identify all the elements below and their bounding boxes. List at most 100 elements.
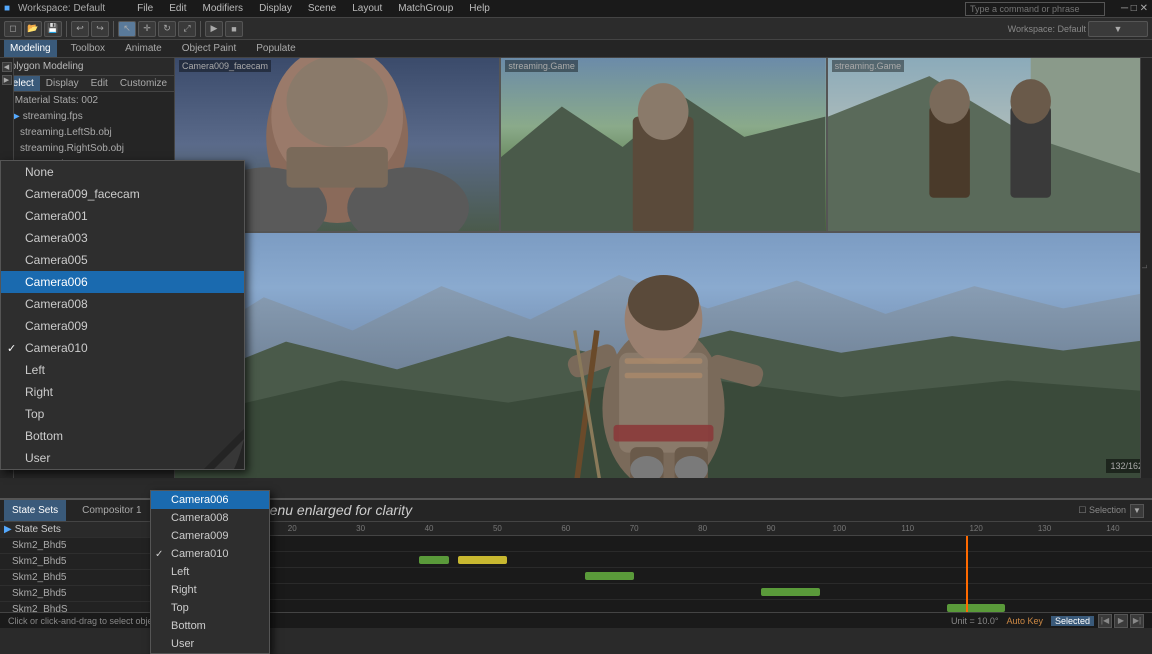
- ruler-20: 20: [288, 524, 297, 533]
- dropdown-right-top[interactable]: Top: [151, 599, 269, 617]
- playback-controls: |◀ ▶ ▶|: [1098, 614, 1144, 628]
- top-menu-bar: ■ Workspace: Default File Edit Modifiers…: [0, 0, 1152, 18]
- sub-tab-edit[interactable]: Edit: [85, 76, 114, 91]
- ruler-120: 120: [969, 524, 982, 533]
- viewport-label-tl: Camera009_facecam: [179, 60, 271, 72]
- next-frame-btn[interactable]: ▶|: [1130, 614, 1144, 628]
- tool-stop[interactable]: ■: [225, 21, 243, 37]
- dropdown-right-cam008[interactable]: Camera008: [151, 509, 269, 527]
- menu-matchgroup[interactable]: MatchGroup: [394, 3, 457, 14]
- dropdown-right-cam006[interactable]: Camera006: [151, 491, 269, 509]
- dropdown-right-right[interactable]: Right: [151, 581, 269, 599]
- tool-new[interactable]: ◻: [4, 21, 22, 37]
- vtool-1[interactable]: ◀: [2, 62, 12, 72]
- menu-edit[interactable]: Edit: [165, 3, 190, 14]
- mode-animate[interactable]: Animate: [119, 40, 168, 57]
- keyframe-yellow-1[interactable]: [458, 556, 507, 564]
- tool-scale[interactable]: ⤢: [178, 21, 196, 37]
- timeline-ruler: 10 20 30 40 50 60 70 80 90 100 110 120 1…: [175, 522, 1152, 536]
- dropdown-label: Camera008: [171, 512, 228, 524]
- dropdown-label: User: [25, 451, 50, 465]
- menu-file[interactable]: File: [133, 3, 157, 14]
- dropdown-right-bottom[interactable]: Bottom: [151, 617, 269, 635]
- prev-frame-btn[interactable]: |◀: [1098, 614, 1112, 628]
- dropdown-menu-main: None Camera009_facecam Camera001 Camera0…: [0, 160, 245, 470]
- tl-filter-btn[interactable]: ▼: [1130, 504, 1144, 518]
- dropdown-right-left[interactable]: Left: [151, 563, 269, 581]
- keyframe-green-3[interactable]: [761, 588, 820, 596]
- toolbar: ◻ 📂 💾 ↩ ↪ ↖ ✛ ↻ ⤢ ▶ ■ Workspace: Default…: [0, 18, 1152, 40]
- sub-tabs: Select Display Edit Customize: [0, 76, 174, 92]
- status-text: Click or click-and-drag to select object…: [8, 616, 164, 626]
- sub-tab-display[interactable]: Display: [40, 76, 85, 91]
- dropdown-item-cam006[interactable]: Camera006: [1, 271, 244, 293]
- panel-title: Polygon Modeling: [4, 61, 84, 72]
- vtool-2[interactable]: ▶: [2, 75, 12, 85]
- dropdown-item-top[interactable]: Top: [1, 403, 244, 425]
- mode-populate[interactable]: Populate: [250, 40, 301, 57]
- keyframe-green-4[interactable]: [947, 604, 1006, 612]
- dropdown-item-cam005[interactable]: Camera005: [1, 249, 244, 271]
- dropdown-right-user[interactable]: User: [151, 635, 269, 653]
- tool-undo[interactable]: ↩: [71, 21, 89, 37]
- dropdown-item-cam009[interactable]: Camera009: [1, 315, 244, 337]
- ruler-60: 60: [561, 524, 570, 533]
- ruler-110: 110: [901, 524, 914, 533]
- dropdown-label: Camera006: [171, 494, 228, 506]
- tool-select[interactable]: ↖: [118, 21, 136, 37]
- dropdown-label: Top: [171, 602, 189, 614]
- mode-toolbox[interactable]: Toolbox: [65, 40, 111, 57]
- workspace-btn[interactable]: ▼: [1088, 21, 1148, 37]
- dropdown-label: Left: [171, 566, 189, 578]
- viewport-main[interactable]: Camera006 132/162: [175, 233, 1152, 478]
- tool-play[interactable]: ▶: [205, 21, 223, 37]
- dropdown-item-right[interactable]: Right: [1, 381, 244, 403]
- tl-tab-statesets[interactable]: State Sets: [4, 500, 66, 521]
- dropdown-item-cam010[interactable]: ✓ Camera010: [1, 337, 244, 359]
- dropdown-right-cam010[interactable]: ✓ Camera010: [151, 545, 269, 563]
- tool-save[interactable]: 💾: [44, 21, 62, 37]
- dropdown-item-cam001[interactable]: Camera001: [1, 205, 244, 227]
- tree-item[interactable]: ▶ Material Stats: 002: [0, 92, 174, 108]
- dropdown-item-none[interactable]: None: [1, 161, 244, 183]
- tool-move[interactable]: ✛: [138, 21, 156, 37]
- dropdown-item-cam009face[interactable]: Camera009_facecam: [1, 183, 244, 205]
- keyframe-green-2[interactable]: [585, 572, 634, 580]
- viewport-top-right[interactable]: streaming.Game: [828, 58, 1152, 231]
- menu-help[interactable]: Help: [465, 3, 494, 14]
- tool-redo[interactable]: ↪: [91, 21, 109, 37]
- sub-tab-customize[interactable]: Customize: [114, 76, 173, 91]
- dropdown-label: Camera005: [25, 253, 88, 267]
- menu-scene[interactable]: Scene: [304, 3, 340, 14]
- dropdown-label: Camera006: [25, 275, 88, 289]
- search-input[interactable]: [965, 2, 1105, 16]
- timeline-controls: ☐ Selection ▼: [1078, 504, 1148, 518]
- checkmark-icon: ✓: [155, 549, 163, 560]
- track-row-0: [175, 536, 1152, 552]
- mode-objectpaint[interactable]: Object Paint: [176, 40, 242, 57]
- viewport-top-middle[interactable]: streaming.Game: [501, 58, 827, 231]
- viewport-area: Camera009_facecam: [175, 58, 1152, 478]
- viewport-top-row: Camera009_facecam: [175, 58, 1152, 233]
- tool-rotate[interactable]: ↻: [158, 21, 176, 37]
- tree-item[interactable]: ▶ streaming.fps: [0, 108, 174, 124]
- ruler-100: 100: [833, 524, 846, 533]
- dropdown-item-left[interactable]: Left: [1, 359, 244, 381]
- menu-display[interactable]: Display: [255, 3, 296, 14]
- separator-3: [200, 21, 201, 37]
- dropdown-item-cam003[interactable]: Camera003: [1, 227, 244, 249]
- separator-1: [66, 21, 67, 37]
- mode-modeling[interactable]: Modeling: [4, 40, 57, 57]
- menu-layout[interactable]: Layout: [348, 3, 386, 14]
- tl-tab-compositor[interactable]: Compositor 1: [74, 500, 149, 521]
- dropdown-right-cam009[interactable]: Camera009: [151, 527, 269, 545]
- menu-modifiers[interactable]: Modifiers: [198, 3, 247, 14]
- tool-open[interactable]: 📂: [24, 21, 42, 37]
- dropdown-item-cam008[interactable]: Camera008: [1, 293, 244, 315]
- play-btn[interactable]: ▶: [1114, 614, 1128, 628]
- keyframe-green-1[interactable]: [419, 556, 448, 564]
- tree-item[interactable]: streaming.RightSob.obj: [0, 140, 174, 156]
- track-label-0: Skm2_Bhd5: [0, 538, 174, 554]
- tree-item[interactable]: streaming.LeftSb.obj: [0, 124, 174, 140]
- dropdown-label: User: [171, 638, 194, 650]
